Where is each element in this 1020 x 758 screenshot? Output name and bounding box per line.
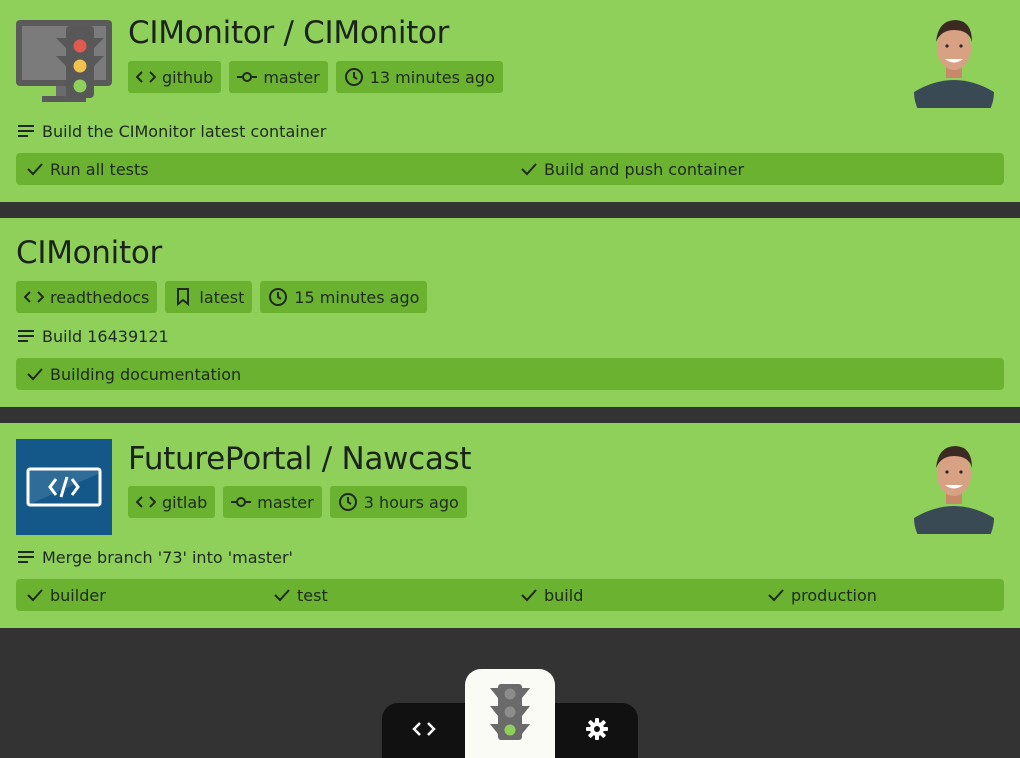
nav-code-button[interactable] xyxy=(382,703,465,758)
message-text: Build 16439121 xyxy=(42,326,169,346)
text-lines-icon xyxy=(16,121,36,141)
stage-label: test xyxy=(297,585,328,605)
code-icon xyxy=(411,721,436,741)
avatar xyxy=(914,12,994,132)
stage-item: Run all tests xyxy=(16,153,510,185)
time-chip: 15 minutes ago xyxy=(260,281,428,313)
clock-icon xyxy=(344,67,364,87)
check-icon xyxy=(767,586,785,604)
commit-message: Build 16439121 xyxy=(16,326,169,346)
stage-label: production xyxy=(791,585,877,605)
source-chip: readthedocs xyxy=(16,281,158,313)
time-label: 13 minutes ago xyxy=(369,67,495,87)
source-chip: gitlab xyxy=(128,486,216,518)
stage-bar: Building documentation xyxy=(16,358,1004,390)
stage-label: Build and push container xyxy=(544,159,745,179)
stage-label: Building documentation xyxy=(50,364,242,384)
text-lines-icon xyxy=(16,547,36,567)
branch-label: master xyxy=(257,492,314,512)
time-label: 15 minutes ago xyxy=(294,287,420,307)
build-meta: github master 13 minutes ago xyxy=(128,61,503,93)
nav-settings-button[interactable] xyxy=(555,703,638,758)
build-card-readthedocs: CIMonitor readthedocs latest 15 minutes … xyxy=(0,218,1020,407)
stage-bar: builder test build production xyxy=(16,579,1004,611)
stage-label: Run all tests xyxy=(50,159,149,179)
check-icon xyxy=(26,586,44,604)
commit-message: Build the CIMonitor latest container xyxy=(16,121,326,141)
stage-bar: Run all tests Build and push container xyxy=(16,153,1004,185)
code-window-icon xyxy=(16,439,112,535)
commit-message: Merge branch '73' into 'master' xyxy=(16,547,293,567)
stage-label: builder xyxy=(50,585,106,605)
build-meta: readthedocs latest 15 minutes ago xyxy=(16,281,428,313)
check-icon xyxy=(26,160,44,178)
clock-icon xyxy=(338,492,358,512)
source-label: github xyxy=(162,67,214,87)
time-label: 3 hours ago xyxy=(363,492,459,512)
code-icon xyxy=(24,287,44,307)
time-chip: 13 minutes ago xyxy=(335,61,503,93)
text-lines-icon xyxy=(16,326,36,346)
stage-item: build xyxy=(510,579,757,611)
stage-item: Build and push container xyxy=(510,153,1004,185)
gear-icon xyxy=(585,717,609,745)
avatar xyxy=(914,438,994,558)
build-title: FuturePortal / Nawcast xyxy=(128,441,472,477)
bookmark-icon xyxy=(173,287,193,307)
stage-item: Building documentation xyxy=(16,358,1004,390)
check-icon xyxy=(26,365,44,383)
commit-icon xyxy=(237,67,258,87)
traffic-light-icon xyxy=(490,683,530,744)
branch-chip: master xyxy=(229,61,328,93)
build-card-nawcast: FuturePortal / Nawcast gitlab master 3 h… xyxy=(0,423,1020,628)
build-meta: gitlab master 3 hours ago xyxy=(128,486,467,518)
branch-chip: master xyxy=(223,486,322,518)
build-card-cimonitor: CIMonitor / CIMonitor github master 13 m… xyxy=(0,0,1020,202)
check-icon xyxy=(273,586,291,604)
version-label: latest xyxy=(199,287,245,307)
source-chip: github xyxy=(128,61,222,93)
clock-icon xyxy=(268,287,288,307)
message-text: Build the CIMonitor latest container xyxy=(42,121,327,141)
code-icon xyxy=(136,492,156,512)
branch-label: master xyxy=(263,67,320,87)
build-title: CIMonitor / CIMonitor xyxy=(128,15,450,51)
commit-icon xyxy=(231,492,252,512)
code-icon xyxy=(136,67,156,87)
nav-dashboard-button[interactable] xyxy=(465,669,555,758)
stage-item: production xyxy=(757,579,1004,611)
monitor-traffic-light-icon xyxy=(16,16,112,112)
time-chip: 3 hours ago xyxy=(329,486,467,518)
stage-item: builder xyxy=(16,579,263,611)
source-label: readthedocs xyxy=(50,287,150,307)
stage-item: test xyxy=(263,579,510,611)
build-title: CIMonitor xyxy=(16,235,162,271)
check-icon xyxy=(520,586,538,604)
source-label: gitlab xyxy=(162,492,208,512)
version-chip: latest xyxy=(165,281,253,313)
stage-label: build xyxy=(544,585,584,605)
check-icon xyxy=(520,160,538,178)
message-text: Merge branch '73' into 'master' xyxy=(42,547,293,567)
